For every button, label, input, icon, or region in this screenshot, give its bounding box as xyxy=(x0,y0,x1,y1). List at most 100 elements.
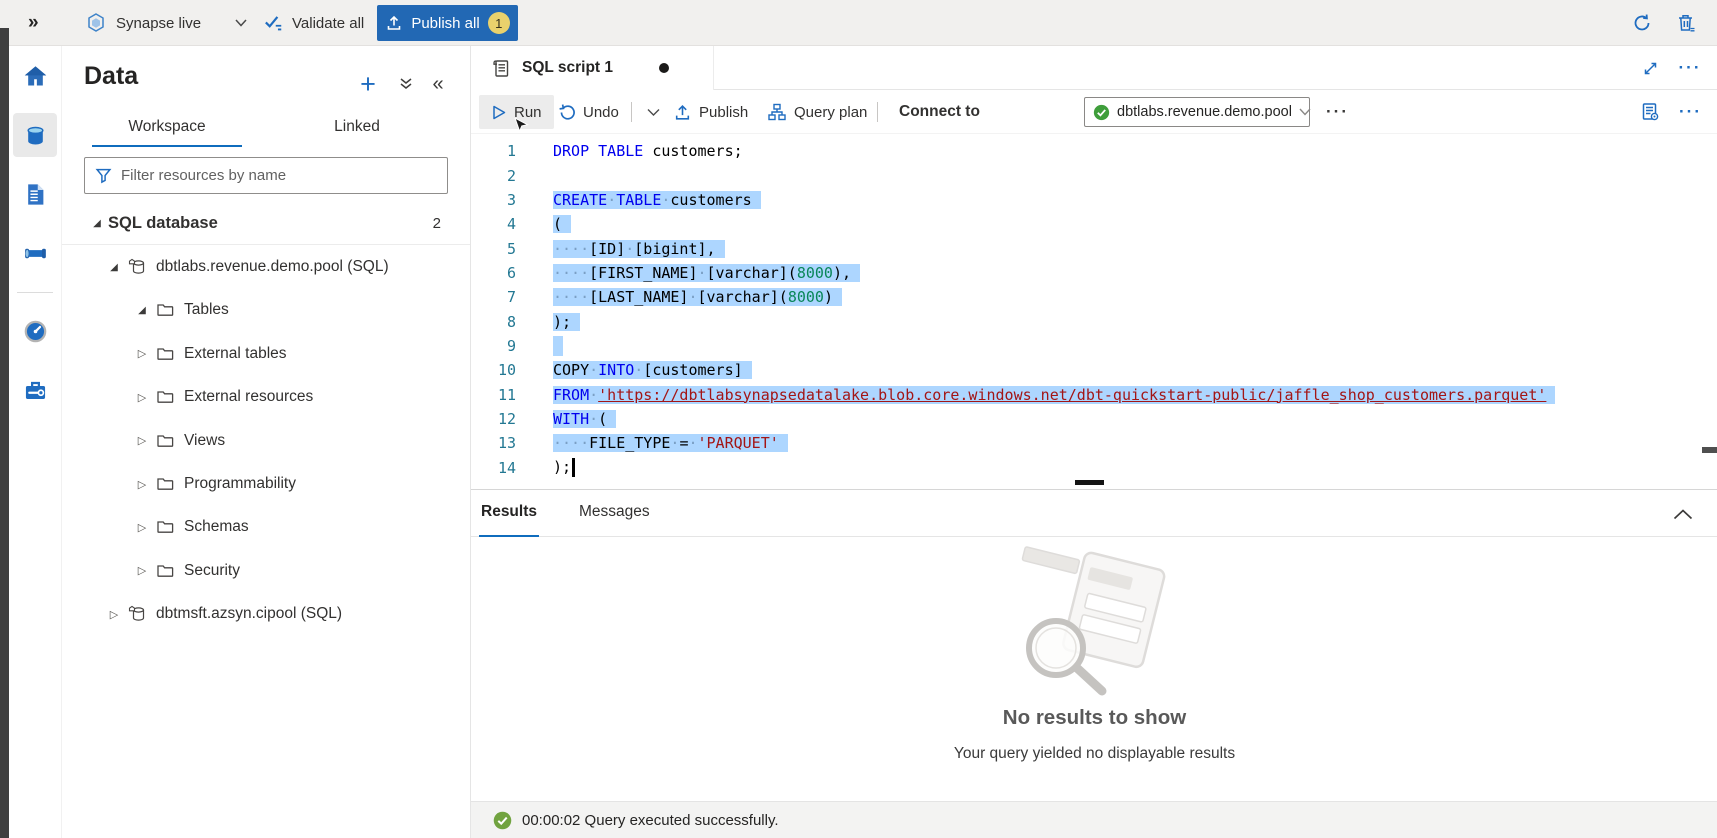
tab-workspace[interactable]: Workspace xyxy=(92,108,242,147)
code-editor[interactable]: 1DROP TABLE customers;23CREATE·TABLE·cus… xyxy=(471,134,1717,489)
sidebar-item-manage[interactable] xyxy=(13,368,57,412)
line-number[interactable]: 3 xyxy=(471,191,516,209)
discard-all-button[interactable] xyxy=(1674,0,1698,46)
expand-editor-button[interactable] xyxy=(1635,54,1665,82)
line-number[interactable]: 1 xyxy=(471,142,516,160)
status-bar: 00:00:02 Query executed successfully. xyxy=(471,801,1717,838)
collapse-results-button[interactable] xyxy=(1670,504,1696,524)
tree-item-security[interactable]: ▷Security xyxy=(62,549,470,592)
line-number[interactable]: 12 xyxy=(471,410,516,428)
tab-messages[interactable]: Messages xyxy=(577,490,652,537)
line-number[interactable]: 14 xyxy=(471,459,516,477)
empty-state-subtitle: Your query yielded no displayable result… xyxy=(471,745,1717,763)
tree-item-external-tables[interactable]: ▷ External tables xyxy=(62,332,470,375)
tree-item-sql-database[interactable]: ◢SQL database2 xyxy=(62,202,470,245)
line-number[interactable]: 8 xyxy=(471,313,516,331)
collapse-arrow-icon[interactable]: ◢ xyxy=(133,305,151,316)
collapse-arrow-icon[interactable]: ◢ xyxy=(88,218,106,229)
results-splitter-handle[interactable] xyxy=(1075,480,1104,485)
selection-highlight: CREATE·TABLE·customers xyxy=(553,191,761,209)
tree-item-label: dbtmsft.azsyn.cipool (SQL) xyxy=(156,605,342,623)
tree-item-views[interactable]: ▷Views xyxy=(62,419,470,462)
query-plan-button[interactable]: Query plan xyxy=(767,90,867,134)
editor-toolbar: Run Undo Publish xyxy=(471,90,1717,134)
expand-arrow-icon[interactable]: ▷ xyxy=(133,347,151,360)
environment-label: Synapse live xyxy=(116,15,201,32)
pool-selector-dropdown[interactable]: dbtlabs.revenue.demo.pool xyxy=(1084,97,1310,127)
tab-linked[interactable]: Linked xyxy=(302,108,412,147)
add-resource-button[interactable]: + xyxy=(354,70,382,98)
tab-sql-script-1[interactable]: SQL script 1 xyxy=(471,46,714,90)
filter-box xyxy=(84,157,448,194)
expand-arrow-icon[interactable]: ▷ xyxy=(133,478,151,491)
query-plan-icon xyxy=(767,102,787,122)
code-line-2: 2 xyxy=(471,163,1717,187)
collapse-arrow-icon[interactable]: ◢ xyxy=(105,262,123,273)
tree-item-dbtmsft-azsyn-cipool-sql[interactable]: ▷ dbtmsft.azsyn.cipool (SQL) xyxy=(62,593,470,636)
sidebar-item-integrate[interactable] xyxy=(13,231,57,275)
editor-more-button[interactable]: ··· xyxy=(1675,54,1705,82)
expand-arrow-icon[interactable]: ▷ xyxy=(133,391,151,404)
rail-divider xyxy=(17,292,53,293)
line-number[interactable]: 7 xyxy=(471,288,516,306)
header-expand-button[interactable]: » xyxy=(28,0,39,46)
line-number[interactable]: 6 xyxy=(471,264,516,282)
code-line-text: ····[FIRST_NAME]·[varchar](8000), xyxy=(553,264,860,282)
database-icon xyxy=(127,604,147,624)
code-line-11: 11FROM·'https://dbtlabsynapsedatalake.bl… xyxy=(471,382,1717,406)
session-properties-button[interactable] xyxy=(1639,90,1661,134)
actions-button[interactable] xyxy=(392,70,420,98)
code-line-text: ); xyxy=(553,313,580,331)
connection-more-button[interactable]: ··· xyxy=(1326,90,1349,134)
line-number[interactable]: 9 xyxy=(471,337,516,355)
query-plan-label: Query plan xyxy=(794,104,867,121)
expand-arrow-icon[interactable]: ▷ xyxy=(105,608,123,621)
results-tabs: Results Messages xyxy=(471,490,1717,537)
synapse-studio-window: { "colors":{ "accent":"#1f6cc0","publish… xyxy=(0,0,1717,838)
tree-item-schemas[interactable]: ▷Schemas xyxy=(62,506,470,549)
tree-item-tables[interactable]: ◢Tables xyxy=(62,289,470,332)
chevron-down-icon xyxy=(235,19,247,27)
expand-arrow-icon[interactable]: ▷ xyxy=(133,564,151,577)
toolbar-more-button[interactable]: ··· xyxy=(1679,90,1702,134)
filter-input[interactable] xyxy=(121,167,437,184)
expand-arrow-icon[interactable]: ▷ xyxy=(133,434,151,447)
tree-item-label: External tables xyxy=(184,345,287,363)
editor-scrollbar-thumb[interactable] xyxy=(1702,447,1717,453)
publish-all-button[interactable]: Publish all 1 xyxy=(377,5,518,41)
tree-item-programmability[interactable]: ▷ Programmability xyxy=(62,462,470,505)
tree-item-dbtlabs-revenue-demo-pool-sql[interactable]: ◢dbtlabs.revenue.demo.pool (SQL) xyxy=(62,245,470,288)
more-commands-chevron-button[interactable] xyxy=(641,90,665,134)
expand-arrow-icon[interactable]: ▷ xyxy=(133,521,151,534)
tree-item-label: Programmability xyxy=(184,475,296,493)
collapse-panel-button[interactable]: « xyxy=(424,70,452,98)
tab-results[interactable]: Results xyxy=(479,490,539,537)
develop-icon xyxy=(22,181,49,208)
publish-button[interactable]: Publish xyxy=(673,90,748,134)
sidebar-item-data[interactable] xyxy=(13,113,57,157)
line-number[interactable]: 13 xyxy=(471,434,516,452)
sidebar-item-monitor[interactable] xyxy=(13,309,57,353)
refresh-button[interactable] xyxy=(1630,0,1654,46)
synapse-live-selector[interactable]: Synapse live xyxy=(84,0,247,46)
chevron-double-down-icon xyxy=(399,77,413,91)
line-number[interactable]: 4 xyxy=(471,215,516,233)
line-number[interactable]: 5 xyxy=(471,240,516,258)
undo-icon xyxy=(557,103,576,122)
chevron-double-right-icon: » xyxy=(28,12,39,34)
validate-all-button[interactable]: Validate all xyxy=(262,0,372,46)
editor-tab-row: SQL script 1 ··· xyxy=(471,46,1717,90)
sidebar-item-home[interactable] xyxy=(13,54,57,98)
line-number[interactable]: 11 xyxy=(471,386,516,404)
run-button[interactable]: Run xyxy=(479,95,554,129)
selection-highlight: ( xyxy=(553,215,571,233)
connected-check-icon xyxy=(1093,104,1110,121)
sidebar-item-develop[interactable] xyxy=(13,172,57,216)
undo-button[interactable]: Undo xyxy=(557,90,619,134)
status-message: 00:00:02 Query executed successfully. xyxy=(522,812,779,829)
line-number[interactable]: 2 xyxy=(471,167,516,185)
code-line-text: WITH·( xyxy=(553,410,616,428)
line-number[interactable]: 10 xyxy=(471,361,516,379)
expand-diagonal-icon xyxy=(1642,60,1659,77)
tree-item-external-resources[interactable]: ▷External resources xyxy=(62,376,470,419)
